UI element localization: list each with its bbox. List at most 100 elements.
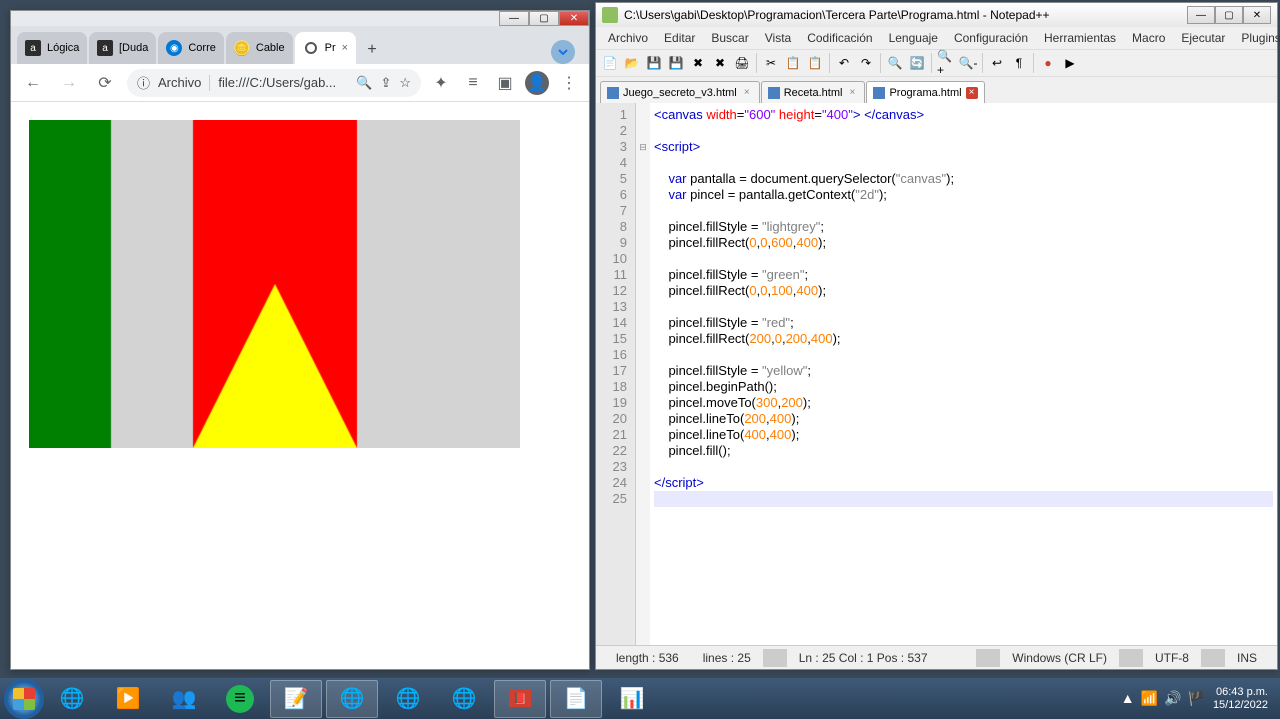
show-chars-icon[interactable]: ¶ — [1009, 53, 1029, 73]
taskbar-pdf-icon[interactable]: 📕 — [494, 680, 546, 718]
chrome-minimize-button[interactable]: — — [499, 11, 529, 26]
chrome-close-button[interactable]: ✕ — [559, 11, 589, 26]
cut-icon[interactable]: ✂ — [761, 53, 781, 73]
start-button[interactable] — [4, 679, 44, 719]
zoom-icon[interactable]: 🔍 — [356, 75, 372, 91]
flag-icon[interactable]: 🏴 — [1188, 690, 1205, 707]
code-area[interactable]: <canvas width="600" height="400"> </canv… — [650, 103, 1277, 645]
menu-vista[interactable]: Vista — [757, 29, 799, 47]
reading-list-icon[interactable]: ≡ — [461, 71, 485, 95]
npp-close-button[interactable]: ✕ — [1243, 6, 1271, 24]
menu-herramientas[interactable]: Herramientas — [1036, 29, 1124, 47]
chrome-browser-window: — ▢ ✕ aLógica a[Duda ◉Corre 🪙Cable Pr× +… — [10, 10, 590, 670]
page-viewport — [11, 102, 589, 669]
coin-favicon: 🪙 — [234, 40, 250, 56]
copy-icon[interactable]: 📋 — [783, 53, 803, 73]
browser-tab-active[interactable]: Pr× — [295, 32, 356, 64]
document-tab[interactable]: Juego_secreto_v3.html× — [600, 81, 760, 103]
new-file-icon[interactable]: 📄 — [600, 53, 620, 73]
taskbar-word-icon[interactable]: 📝 — [270, 680, 322, 718]
taskbar-app-icon[interactable]: 📊 — [606, 680, 658, 718]
menu-buscar[interactable]: Buscar — [703, 29, 756, 47]
browser-tab[interactable]: a[Duda — [89, 32, 156, 64]
taskbar-chrome-icon[interactable]: 🌐 — [326, 680, 378, 718]
menu-archivo[interactable]: Archivo — [600, 29, 656, 47]
notepad-plus-plus-window: C:\Users\gabi\Desktop\Programacion\Terce… — [595, 2, 1278, 670]
chrome-maximize-button[interactable]: ▢ — [529, 11, 559, 26]
kebab-menu-icon[interactable]: ⋮ — [557, 71, 581, 95]
taskbar-ie-icon[interactable]: 🌐 — [46, 680, 98, 718]
close-file-icon[interactable]: ✖ — [688, 53, 708, 73]
close-tab-icon[interactable]: × — [846, 87, 858, 99]
document-tab-active[interactable]: Programa.html × — [866, 81, 984, 103]
side-panel-icon[interactable]: ▣ — [493, 71, 517, 95]
close-all-icon[interactable]: ✖ — [710, 53, 730, 73]
tab-label: Lógica — [47, 42, 79, 54]
volume-icon[interactable]: 🔊 — [1164, 690, 1181, 707]
browser-tab[interactable]: aLógica — [17, 32, 87, 64]
extensions-icon[interactable]: ✦ — [429, 71, 453, 95]
zoom-in-icon[interactable]: 🔍+ — [936, 53, 956, 73]
zoom-out-icon[interactable]: 🔍- — [958, 53, 978, 73]
taskbar-spotify-icon[interactable]: ≡ — [214, 680, 266, 718]
print-icon[interactable]: 🖨 — [732, 53, 752, 73]
menu-configuración[interactable]: Configuración — [946, 29, 1036, 47]
npp-minimize-button[interactable]: — — [1187, 6, 1215, 24]
menu-editar[interactable]: Editar — [656, 29, 703, 47]
tab-label: [Duda — [119, 42, 148, 54]
chrome-frame-top: — ▢ ✕ — [11, 11, 589, 26]
npp-statusbar: length : 536 lines : 25 Ln : 25 Col : 1 … — [596, 645, 1277, 669]
show-hidden-icon[interactable]: ▲ — [1121, 690, 1135, 707]
npp-toolbar: 📄 📂 💾 💾 ✖ ✖ 🖨 ✂ 📋 📋 ↶ ↷ 🔍 🔄 🔍+ 🔍- ↩ ¶ ● … — [596, 49, 1277, 77]
paste-icon[interactable]: 📋 — [805, 53, 825, 73]
network-icon[interactable]: 📶 — [1141, 690, 1158, 707]
chrome-tabstrip: aLógica a[Duda ◉Corre 🪙Cable Pr× + — [11, 26, 589, 64]
save-icon[interactable]: 💾 — [644, 53, 664, 73]
forward-button[interactable]: → — [55, 69, 83, 97]
npp-maximize-button[interactable]: ▢ — [1215, 6, 1243, 24]
menu-lenguaje[interactable]: Lenguaje — [881, 29, 946, 47]
taskbar-people-icon[interactable]: 👥 — [158, 680, 210, 718]
tab-filename: Programa.html — [889, 87, 961, 99]
menu-ejecutar[interactable]: Ejecutar — [1173, 29, 1233, 47]
disk-icon — [607, 87, 619, 99]
back-button[interactable]: ← — [19, 69, 47, 97]
macro-play-icon[interactable]: ▶ — [1060, 53, 1080, 73]
wrap-icon[interactable]: ↩ — [987, 53, 1007, 73]
share-icon[interactable]: ⇪ — [380, 75, 391, 91]
taskbar-media-icon[interactable]: ▶️ — [102, 680, 154, 718]
profile-avatar[interactable]: 👤 — [525, 71, 549, 95]
taskbar-chrome-icon[interactable]: 🌐 — [438, 680, 490, 718]
taskbar-notepadpp-icon[interactable]: 📄 — [550, 680, 602, 718]
fold-margin: ⊟ — [636, 103, 650, 645]
menu-macro[interactable]: Macro — [1124, 29, 1173, 47]
bookmark-icon[interactable]: ☆ — [399, 75, 411, 91]
close-tab-icon[interactable]: × — [966, 87, 978, 99]
new-tab-button[interactable]: + — [358, 36, 386, 64]
address-bar[interactable]: ⓘ Archivo file:///C:/Users/gab... 🔍 ⇪ ☆ — [127, 69, 421, 97]
taskbar-chrome-icon[interactable]: 🌐 — [382, 680, 434, 718]
document-tab[interactable]: Receta.html× — [761, 81, 866, 103]
url-text: file:///C:/Users/gab... — [218, 75, 336, 90]
save-all-icon[interactable]: 💾 — [666, 53, 686, 73]
code-editor[interactable]: 1234567891011121314151617181920212223242… — [596, 103, 1277, 645]
tab-search-button[interactable] — [551, 40, 575, 64]
find-icon[interactable]: 🔍 — [885, 53, 905, 73]
menu-plugins[interactable]: Plugins — [1233, 29, 1280, 47]
replace-icon[interactable]: 🔄 — [907, 53, 927, 73]
close-tab-icon[interactable]: × — [741, 87, 753, 99]
notepad-plus-plus-icon — [602, 7, 618, 23]
browser-tab[interactable]: ◉Corre — [158, 32, 224, 64]
redo-icon[interactable]: ↷ — [856, 53, 876, 73]
menu-codificación[interactable]: Codificación — [799, 29, 880, 47]
close-tab-icon[interactable]: × — [342, 42, 348, 54]
line-number-gutter: 1234567891011121314151617181920212223242… — [596, 103, 636, 645]
taskbar-clock[interactable]: 06:43 p.m. 15/12/2022 — [1213, 686, 1268, 712]
windows-taskbar: 🌐 ▶️ 👥 ≡ 📝 🌐 🌐 🌐 📕 📄 📊 ▲ 📶 🔊 🏴 06:43 p.m… — [0, 678, 1280, 719]
macro-record-icon[interactable]: ● — [1038, 53, 1058, 73]
open-file-icon[interactable]: 📂 — [622, 53, 642, 73]
undo-icon[interactable]: ↶ — [834, 53, 854, 73]
reload-button[interactable]: ⟳ — [91, 69, 119, 97]
window-title: C:\Users\gabi\Desktop\Programacion\Terce… — [624, 8, 1050, 22]
browser-tab[interactable]: 🪙Cable — [226, 32, 293, 64]
